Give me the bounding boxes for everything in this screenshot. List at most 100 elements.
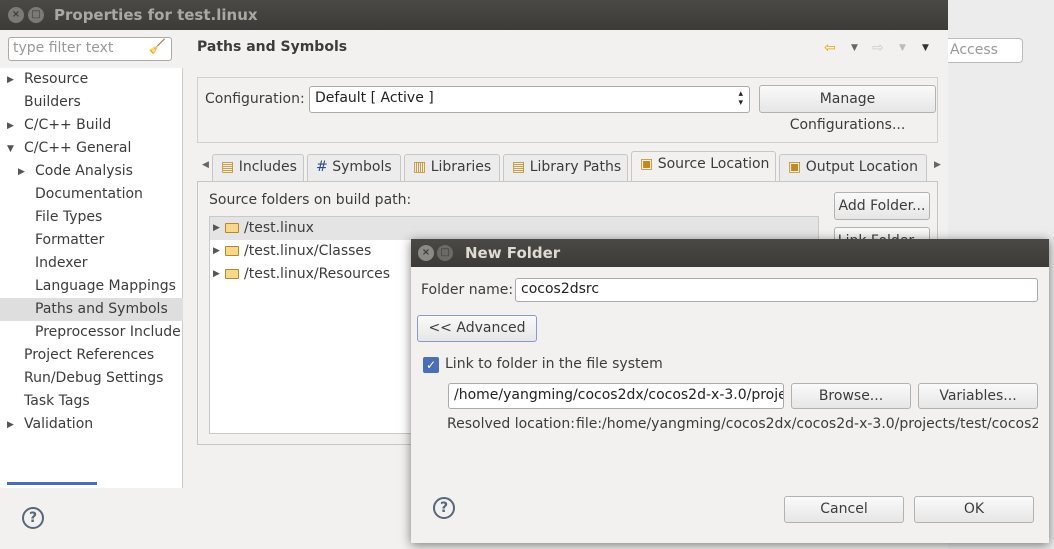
link-path-input[interactable]: /home/yangming/cocos2dx/cocos2d-x-3.0/pr… <box>448 383 784 409</box>
resolved-location-value: file:/home/yangming/cocos2dx/cocos2d-x-3… <box>576 416 1038 432</box>
tree-item[interactable]: Project References <box>0 344 183 367</box>
expand-icon[interactable]: ▶ <box>7 69 14 91</box>
tab-label: Output Location <box>805 159 918 175</box>
folder-label: /test.linux/Classes <box>244 243 372 259</box>
tab-libraries[interactable]: ▥ Libraries <box>404 154 500 181</box>
add-folder-button[interactable]: Add Folder... <box>834 192 930 220</box>
tree-item-label: Builders <box>24 94 81 110</box>
tree-item-label: File Types <box>35 209 103 225</box>
help-icon[interactable]: ? <box>22 507 44 529</box>
tree-item-label: Preprocessor Include <box>35 324 181 340</box>
expand-icon[interactable]: ▶ <box>7 414 14 436</box>
tree-item-label: Documentation <box>35 186 143 202</box>
tree-item[interactable]: Builders <box>0 91 183 114</box>
tree-item[interactable]: Run/Debug Settings <box>0 367 183 390</box>
dialog-maximize-icon[interactable]: □ <box>437 245 453 261</box>
clear-filter-icon[interactable]: 🧹 <box>149 39 166 55</box>
tab-label: Symbols <box>332 159 392 175</box>
tree-item[interactable]: Documentation <box>0 183 183 206</box>
tab-scroll-right-icon[interactable]: ▶ <box>934 160 941 170</box>
link-checkbox-label: Link to folder in the file system <box>445 356 663 372</box>
tree-item[interactable]: Formatter <box>0 229 183 252</box>
folder-name-input[interactable]: cocos2dsrc <box>515 278 1038 302</box>
tree-item-label: Validation <box>24 416 94 432</box>
tab-label: Libraries <box>430 159 492 175</box>
collapse-icon[interactable]: ▼ <box>7 138 14 160</box>
tab-label: Library Paths <box>529 159 622 175</box>
configuration-group: Configuration: Default [ Active ] ▴ ▾ Mana… <box>197 77 938 143</box>
tab-output-location[interactable]: ▣ Output Location <box>779 154 927 181</box>
tab-includes[interactable]: ▤ Includes <box>212 154 304 181</box>
quick-access-input[interactable]: Access <box>948 38 1023 63</box>
tab-icon: # <box>316 159 333 175</box>
forward-icon[interactable]: ⇨ <box>872 40 884 56</box>
dialog-title: New Folder <box>465 244 561 262</box>
cancel-button[interactable]: Cancel <box>784 496 904 523</box>
tree-item-label: Project References <box>24 347 155 363</box>
expand-icon[interactable]: ▶ <box>7 115 14 137</box>
dialog-title-bar: × □ New Folder <box>411 239 1049 267</box>
source-folder-item[interactable]: ▶ /test.linux <box>210 217 818 240</box>
dialog-close-icon[interactable]: × <box>418 245 434 261</box>
new-folder-dialog: × □ New Folder Folder name: cocos2dsrc <… <box>411 239 1049 543</box>
tab-symbols[interactable]: # Symbols <box>307 154 401 181</box>
maximize-icon[interactable]: □ <box>28 7 44 23</box>
tree-item-label: Indexer <box>35 255 88 271</box>
page-title: Paths and Symbols <box>197 39 348 55</box>
tree-item-label: Formatter <box>35 232 105 248</box>
configuration-label: Configuration: <box>205 91 305 107</box>
tree-item[interactable]: Indexer <box>0 252 183 275</box>
window-title: Properties for test.linux <box>54 6 258 24</box>
category-tree[interactable]: ▶ Resource Builders ▶ C/C++ Build ▼ C/C++ Gene… <box>0 68 183 488</box>
folder-icon <box>225 223 239 233</box>
browse-button[interactable]: Browse... <box>791 383 911 409</box>
folder-name-label: Folder name: <box>421 282 514 298</box>
ok-button[interactable]: OK <box>914 496 1034 523</box>
back-icon[interactable]: ⇦ <box>824 40 836 56</box>
tree-item[interactable]: Preprocessor Include <box>0 321 183 344</box>
tree-item[interactable]: ▶ Validation <box>0 413 183 436</box>
expand-icon[interactable]: ▶ <box>18 161 25 183</box>
tree-item-label: C/C++ Build <box>24 117 112 133</box>
tree-item[interactable]: Task Tags <box>0 390 183 413</box>
tree-item[interactable]: ▶ Resource <box>0 68 183 91</box>
folder-icon <box>225 246 239 256</box>
tree-item-label: Code Analysis <box>35 163 133 179</box>
filter-input[interactable]: type filter text 🧹 <box>8 37 172 61</box>
tree-item[interactable]: File Types <box>0 206 183 229</box>
source-folders-label: Source folders on build path: <box>209 192 412 208</box>
tab-label: Includes <box>238 159 297 175</box>
tree-item-label: C/C++ General <box>24 140 132 156</box>
folder-label: /test.linux/Resources <box>244 266 391 282</box>
close-icon[interactable]: × <box>8 7 24 23</box>
tree-item[interactable]: Language Mappings <box>0 275 183 298</box>
back-menu-icon[interactable]: ▼ <box>851 43 858 53</box>
tree-scrollbar[interactable] <box>7 482 97 485</box>
advanced-button[interactable]: << Advanced <box>417 315 537 342</box>
dialog-help-icon[interactable]: ? <box>433 497 455 519</box>
forward-menu-icon[interactable]: ▼ <box>899 43 906 53</box>
tab-icon: ▣ <box>640 156 658 172</box>
expand-icon[interactable]: ▶ <box>213 263 220 286</box>
tree-item-label: Resource <box>24 71 89 87</box>
tab-icon: ▤ <box>512 159 530 175</box>
view-menu-icon[interactable]: ▼ <box>922 43 929 53</box>
manage-configurations-button[interactable]: Manage Configurations... <box>759 85 936 133</box>
tree-item-label: Task Tags <box>24 393 90 409</box>
expand-icon[interactable]: ▶ <box>213 217 220 240</box>
tree-item[interactable]: ▶ Code Analysis <box>0 160 183 183</box>
tab-library-paths[interactable]: ▤ Library Paths <box>503 154 628 181</box>
filter-placeholder: type filter text <box>13 40 114 56</box>
configuration-select[interactable]: Default [ Active ] ▴ ▾ <box>309 86 750 113</box>
configuration-value: Default [ Active ] <box>315 90 434 106</box>
tree-item-label: Paths and Symbols <box>35 301 168 317</box>
expand-icon[interactable]: ▶ <box>213 240 220 263</box>
tab-scroll-left-icon[interactable]: ◀ <box>202 160 209 170</box>
tab-source-location[interactable]: ▣ Source Location <box>631 151 776 182</box>
tree-item[interactable]: Paths and Symbols <box>0 298 183 321</box>
variables-button[interactable]: Variables... <box>918 383 1038 409</box>
tree-item[interactable]: ▶ C/C++ Build <box>0 114 183 137</box>
link-checkbox[interactable]: ✓ <box>423 357 439 373</box>
tab-icon: ▣ <box>788 159 806 175</box>
tree-item[interactable]: ▼ C/C++ General <box>0 137 183 160</box>
